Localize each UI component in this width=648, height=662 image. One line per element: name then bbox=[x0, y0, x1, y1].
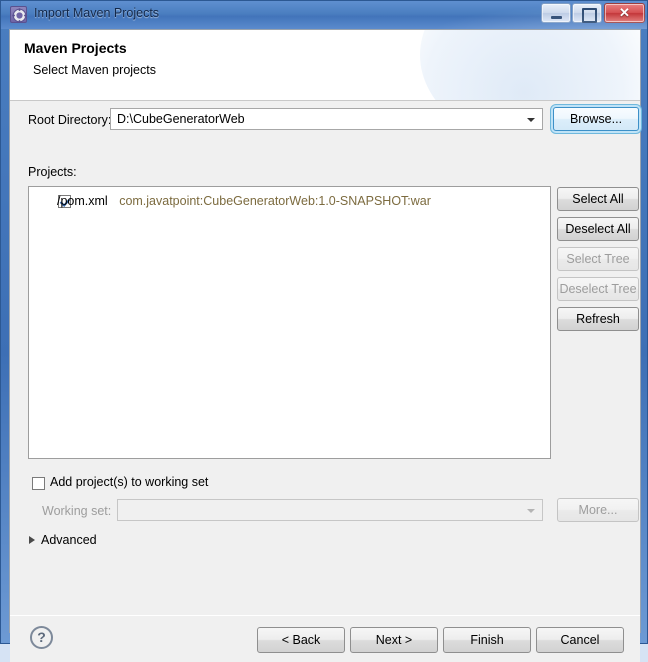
working-set-combo bbox=[117, 499, 543, 521]
working-set-label: Working set: bbox=[42, 504, 112, 518]
chevron-right-icon[interactable] bbox=[29, 536, 35, 544]
dialog-window: Import Maven Projects ✕ Maven Projects S… bbox=[0, 0, 648, 662]
page-title: Maven Projects bbox=[24, 40, 127, 56]
title-bar[interactable]: Import Maven Projects ✕ bbox=[1, 1, 647, 29]
minimize-button[interactable] bbox=[541, 3, 571, 23]
chevron-down-icon bbox=[527, 118, 535, 122]
projects-label: Projects: bbox=[28, 165, 77, 179]
finish-button[interactable]: Finish bbox=[443, 627, 531, 653]
deselect-tree-button: Deselect Tree bbox=[557, 277, 639, 301]
browse-button[interactable]: Browse... bbox=[553, 107, 639, 131]
project-path: /pom.xml bbox=[57, 194, 108, 208]
table-row[interactable]: /pom.xml com.javatpoint:CubeGeneratorWeb… bbox=[57, 194, 431, 208]
close-icon: ✕ bbox=[619, 5, 630, 20]
project-coordinates: com.javatpoint:CubeGeneratorWeb:1.0-SNAP… bbox=[119, 194, 431, 208]
add-to-working-set-checkbox[interactable] bbox=[32, 477, 45, 490]
refresh-button[interactable]: Refresh bbox=[557, 307, 639, 331]
select-all-button[interactable]: Select All bbox=[557, 187, 639, 211]
dialog-footer: ? < Back Next > Finish Cancel bbox=[10, 615, 640, 662]
root-directory-value: D:\CubeGeneratorWeb bbox=[117, 112, 245, 126]
help-icon[interactable]: ? bbox=[30, 626, 53, 649]
deselect-all-button[interactable]: Deselect All bbox=[557, 217, 639, 241]
advanced-expander-label[interactable]: Advanced bbox=[41, 533, 97, 547]
add-to-working-set-label: Add project(s) to working set bbox=[50, 475, 209, 489]
chevron-down-icon bbox=[527, 509, 535, 513]
page-subtitle: Select Maven projects bbox=[33, 63, 156, 77]
window-title: Import Maven Projects bbox=[34, 6, 160, 20]
dialog-client-area: Maven Projects Select Maven projects Roo… bbox=[9, 29, 641, 662]
projects-list[interactable]: /pom.xml com.javatpoint:CubeGeneratorWeb… bbox=[28, 186, 551, 459]
next-button[interactable]: Next > bbox=[350, 627, 438, 653]
cancel-button[interactable]: Cancel bbox=[536, 627, 624, 653]
close-button[interactable]: ✕ bbox=[604, 3, 645, 23]
back-button[interactable]: < Back bbox=[257, 627, 345, 653]
root-directory-combo[interactable]: D:\CubeGeneratorWeb bbox=[110, 108, 543, 130]
wizard-body: Root Directory: D:\CubeGeneratorWeb Brow… bbox=[10, 101, 640, 615]
working-set-more-button: More... bbox=[557, 498, 639, 522]
select-tree-button: Select Tree bbox=[557, 247, 639, 271]
root-directory-label: Root Directory: bbox=[28, 113, 112, 127]
maximize-button[interactable] bbox=[572, 3, 602, 23]
wizard-banner: Maven Projects Select Maven projects bbox=[10, 30, 640, 100]
maven-gear-icon bbox=[10, 6, 27, 23]
